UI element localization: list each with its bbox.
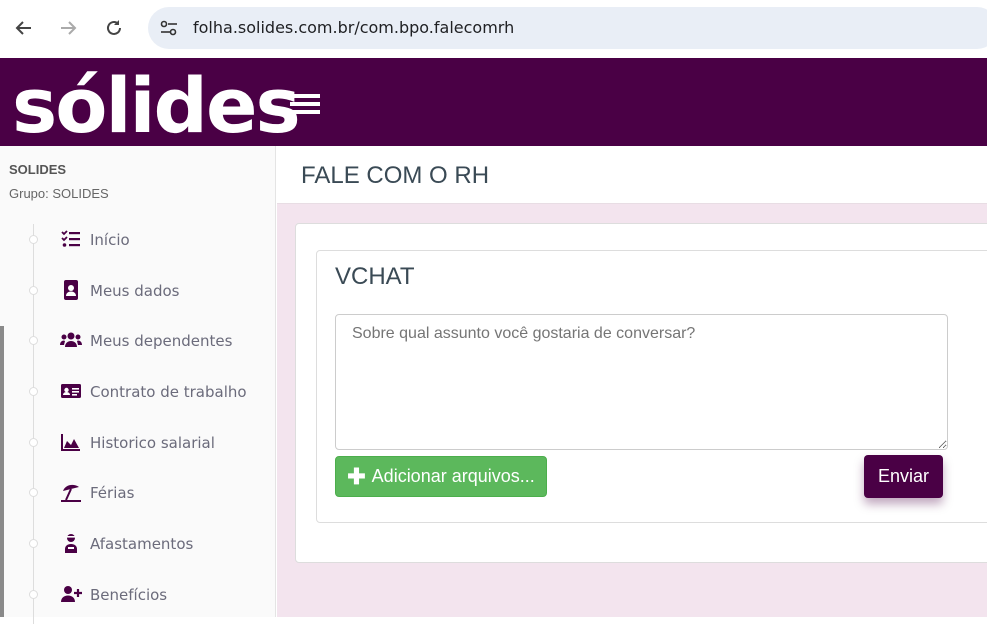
plus-icon: ✚: [347, 463, 366, 489]
sidebar-item-label: Benefícios: [90, 586, 168, 604]
menu-dot: [29, 235, 38, 244]
sidebar-item-label: Meus dados: [90, 282, 180, 300]
menu-dot: [29, 336, 38, 345]
menu-dot: [29, 590, 38, 599]
id-card-icon: [61, 384, 81, 398]
sidebar-item-label: Meus dependentes: [90, 332, 233, 350]
app-header: sólides: [0, 58, 987, 146]
vchat-box: VCHAT ✚ Adicionar arquivos... Enviar: [316, 250, 987, 523]
back-button[interactable]: [10, 14, 38, 42]
group-name: Grupo: SOLIDES: [9, 186, 109, 201]
address-bar[interactable]: folha.solides.com.br/com.bpo.falecomrh: [148, 7, 987, 49]
menu-dot: [29, 286, 38, 295]
menu-dot: [29, 438, 38, 447]
sidebar-item-afastamentos[interactable]: Afastamentos: [0, 524, 276, 564]
arrow-right-icon: [61, 21, 77, 35]
checklist-icon: [61, 230, 80, 247]
user-injured-icon: [65, 534, 77, 553]
sidebar-item-ferias[interactable]: Férias: [0, 473, 276, 513]
sidebar-item-label: Afastamentos: [90, 535, 194, 553]
page-title: FALE COM O RH: [301, 162, 490, 189]
site-settings-icon[interactable]: [158, 17, 180, 39]
user-plus-icon: [61, 586, 82, 602]
sidebar-item-label: Início: [90, 231, 130, 249]
content-panel: VCHAT ✚ Adicionar arquivos... Enviar: [295, 223, 987, 563]
arrow-left-icon: [15, 21, 31, 35]
vchat-title: VCHAT: [335, 263, 415, 290]
forward-button[interactable]: [54, 14, 82, 42]
company-name: SOLIDES: [9, 162, 67, 177]
main-content: FALE COM O RH VCHAT ✚ Adicionar arquivos…: [277, 146, 987, 617]
add-files-button[interactable]: ✚ Adicionar arquivos...: [335, 456, 547, 497]
page-title-bar: FALE COM O RH: [277, 146, 987, 204]
sidebar-item-label: Historico salarial: [90, 434, 215, 452]
sidebar-item-meus-dependentes[interactable]: Meus dependentes: [0, 321, 276, 361]
sidebar-item-inicio[interactable]: Início: [0, 220, 276, 260]
menu-dot: [29, 488, 38, 497]
sidebar-item-label: Férias: [90, 484, 135, 502]
sidebar-scrollbar[interactable]: [0, 326, 4, 617]
contact-book-icon: [64, 280, 78, 300]
menu-toggle-icon[interactable]: [290, 94, 320, 114]
sidebar-item-beneficios[interactable]: Benefícios: [0, 575, 276, 615]
sidebar-item-contrato[interactable]: Contrato de trabalho: [0, 372, 276, 412]
reload-button[interactable]: [100, 14, 128, 42]
sidebar-item-label: Contrato de trabalho: [90, 383, 247, 401]
browser-toolbar: folha.solides.com.br/com.bpo.falecomrh: [0, 0, 987, 58]
url-text[interactable]: folha.solides.com.br/com.bpo.falecomrh: [193, 18, 514, 37]
solides-logo[interactable]: sólides: [12, 68, 301, 144]
sidebar: SOLIDES Grupo: SOLIDES Início Meus dados…: [0, 146, 276, 624]
menu-dot: [29, 539, 38, 548]
menu-dot: [29, 387, 38, 396]
beach-umbrella-icon: [61, 484, 81, 502]
sidebar-item-meus-dados[interactable]: Meus dados: [0, 271, 276, 311]
sidebar-item-historico-salarial[interactable]: Historico salarial: [0, 423, 276, 463]
add-files-label: Adicionar arquivos...: [371, 466, 535, 486]
area-chart-icon: [61, 434, 80, 451]
message-input[interactable]: [335, 314, 948, 450]
users-icon: [60, 332, 82, 347]
reload-icon: [107, 20, 121, 35]
send-button[interactable]: Enviar: [864, 455, 943, 498]
